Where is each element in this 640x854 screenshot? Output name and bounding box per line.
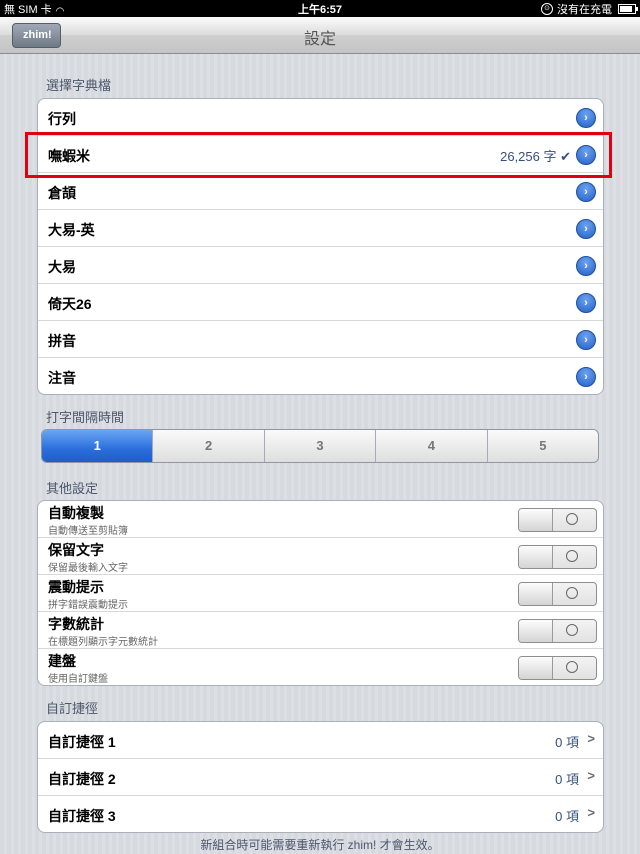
setting-subtitle: 使用自訂鍵盤 (48, 674, 108, 685)
setting-keep-text: 保留文字 保留最後輸入文字 (38, 538, 603, 575)
shortcut-count: 0 項 (555, 772, 579, 787)
shortcuts-section-header: 自訂捷徑 (46, 701, 99, 716)
disclosure-button-icon[interactable]: › (576, 256, 596, 276)
row-label: 倉頡 (48, 185, 76, 201)
interval-option-5[interactable]: 5 (487, 430, 598, 462)
disclosure-button-icon[interactable]: › (576, 108, 596, 128)
shortcut-row-3[interactable]: 自訂捷徑 3 0 項 > (38, 796, 603, 832)
toggle-off-icon (566, 661, 578, 673)
battery-text: 沒有在充電 (557, 4, 612, 16)
disclosure-button-icon[interactable]: › (576, 219, 596, 239)
shortcut-row-1[interactable]: 自訂捷徑 1 0 項 > (38, 722, 603, 759)
row-label: 大易 (48, 259, 76, 275)
chevron-right-icon: > (587, 805, 595, 820)
page-title: 設定 (303, 31, 336, 48)
toggle-off-icon (566, 513, 578, 525)
interval-option-1[interactable]: 1 (42, 430, 154, 462)
disclosure-button-icon[interactable]: › (576, 367, 596, 387)
setting-title: 保留文字 (48, 542, 104, 558)
setting-title: 自動複製 (48, 505, 104, 521)
toggle-off-icon (566, 550, 578, 562)
disclosure-button-icon[interactable]: › (576, 182, 596, 202)
battery-icon (618, 4, 638, 14)
toggle-knob (519, 546, 553, 568)
dictionary-row-dayi[interactable]: 大易 › (38, 247, 603, 284)
row-label: 倚天26 (48, 296, 92, 312)
toggle-off-icon (566, 624, 578, 636)
interval-section-header: 打字間隔時間 (46, 410, 125, 425)
setting-subtitle: 拼字錯誤震動提示 (48, 600, 128, 611)
toggle-knob (519, 583, 553, 605)
shortcut-count: 0 項 (555, 809, 579, 824)
setting-subtitle: 保留最後輸入文字 (48, 563, 128, 574)
dictionary-section-header: 選擇字典檔 (46, 78, 112, 93)
dictionary-row-pinyin[interactable]: 拼音 › (38, 321, 603, 358)
dictionary-row-zhuyin[interactable]: 注音 › (38, 358, 603, 394)
toggle-knob (519, 620, 553, 642)
setting-word-count: 字數統計 在標題列顯示字元數統計 (38, 612, 603, 649)
row-label: 行列 (48, 111, 76, 127)
status-right: ⊙ 沒有在充電 (541, 1, 638, 17)
chevron-right-icon: > (587, 731, 595, 746)
shortcut-row-2[interactable]: 自訂捷徑 2 0 項 > (38, 759, 603, 796)
shortcut-count: 0 項 (555, 735, 579, 750)
interval-option-3[interactable]: 3 (264, 430, 377, 462)
dictionary-row-eten26[interactable]: 倚天26 › (38, 284, 603, 321)
interval-option-2[interactable]: 2 (153, 430, 265, 462)
status-bar: 無 SIM 卡 ◠ 上午6:57 ⊙ 沒有在充電 (0, 0, 640, 17)
setting-vibrate: 震動提示 拼字錯誤震動提示 (38, 575, 603, 612)
setting-title: 震動提示 (48, 579, 104, 595)
disclosure-button-icon[interactable]: › (576, 330, 596, 350)
word-count-toggle[interactable] (518, 619, 597, 643)
row-label: 拼音 (48, 333, 76, 349)
keep-text-toggle[interactable] (518, 545, 597, 569)
other-settings-list: 自動複製 自動傳送至剪貼簿 保留文字 保留最後輸入文字 震動提示 拼字錯誤震動提… (37, 500, 604, 686)
navigation-bar: zhim! 設定 (0, 17, 640, 54)
rotation-lock-icon: ⊙ (541, 3, 553, 15)
shortcut-label: 自訂捷徑 2 (48, 771, 116, 787)
vibrate-toggle[interactable] (518, 582, 597, 606)
row-label: 注音 (48, 370, 76, 386)
setting-subtitle: 自動傳送至剪貼簿 (48, 526, 128, 537)
highlight-box (25, 132, 612, 178)
shortcuts-list: 自訂捷徑 1 0 項 > 自訂捷徑 2 0 項 > 自訂捷徑 3 0 項 > (37, 721, 604, 833)
setting-subtitle: 在標題列顯示字元數統計 (48, 637, 158, 648)
row-label: 大易-英 (48, 222, 95, 238)
dictionary-row-hanglie[interactable]: 行列 › (38, 99, 603, 136)
chevron-right-icon: > (587, 768, 595, 783)
disclosure-button-icon[interactable]: › (576, 293, 596, 313)
setting-title: 字數統計 (48, 616, 104, 632)
toggle-knob (519, 657, 553, 679)
custom-keyboard-toggle[interactable] (518, 656, 597, 680)
other-section-header: 其他設定 (46, 481, 99, 496)
toggle-knob (519, 509, 553, 531)
shortcut-label: 自訂捷徑 1 (48, 734, 116, 750)
interval-segmented-control: 1 2 3 4 5 (41, 429, 599, 463)
dictionary-row-dayi-en[interactable]: 大易-英 › (38, 210, 603, 247)
setting-auto-copy: 自動複製 自動傳送至剪貼簿 (38, 501, 603, 538)
auto-copy-toggle[interactable] (518, 508, 597, 532)
toggle-off-icon (566, 587, 578, 599)
shortcut-label: 自訂捷徑 3 (48, 808, 116, 824)
footer-note: 新組合時可能需要重新執行 zhim! 才會生效。 (200, 838, 440, 852)
setting-title: 建盤 (48, 653, 76, 669)
dictionary-row-cangjie[interactable]: 倉頡 › (38, 173, 603, 210)
setting-custom-keyboard: 建盤 使用自訂鍵盤 (38, 649, 603, 685)
interval-option-4[interactable]: 4 (376, 430, 488, 462)
